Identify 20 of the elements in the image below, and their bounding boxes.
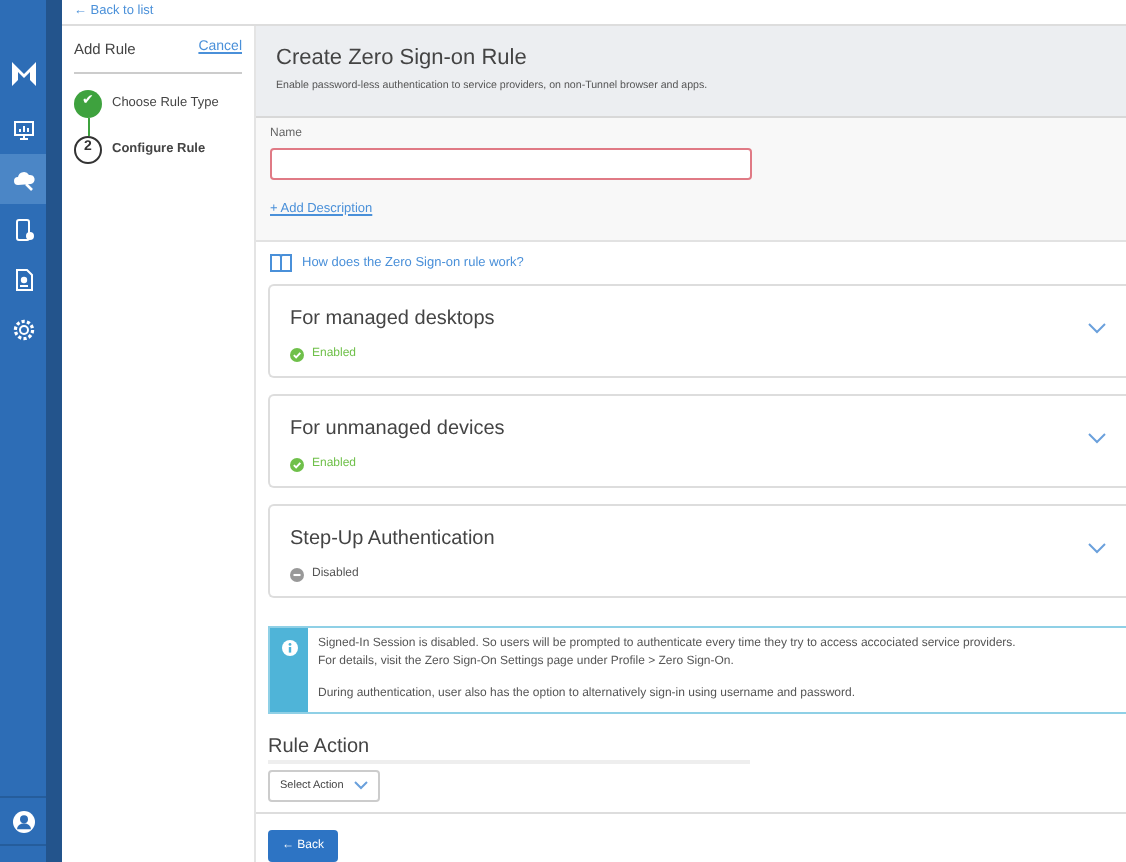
document-icon xyxy=(11,267,35,291)
settings-icon xyxy=(11,317,35,341)
chevron-down-icon xyxy=(1088,322,1106,335)
cloud-icon xyxy=(11,167,35,191)
book-icon xyxy=(270,254,292,273)
phone-shield-icon xyxy=(11,217,35,241)
rule-action-heading: Rule Action xyxy=(268,737,750,764)
page-title: Create Zero Sign-on Rule xyxy=(276,44,529,75)
section-title: For unmanaged devices xyxy=(290,416,505,445)
chevron-down-icon xyxy=(1088,432,1106,445)
info-icon xyxy=(281,640,297,657)
name-input[interactable] xyxy=(270,147,752,180)
chevron-down-icon xyxy=(353,779,368,790)
user-avatar-icon[interactable] xyxy=(11,809,35,833)
section-title: For managed desktops xyxy=(290,306,495,335)
chevron-down-icon xyxy=(1088,542,1106,555)
logo-icon xyxy=(9,60,37,88)
section-title: Step-Up Authentication xyxy=(290,526,495,555)
sidebar-item[interactable] xyxy=(0,154,46,204)
monitor-chart-icon xyxy=(11,117,35,141)
